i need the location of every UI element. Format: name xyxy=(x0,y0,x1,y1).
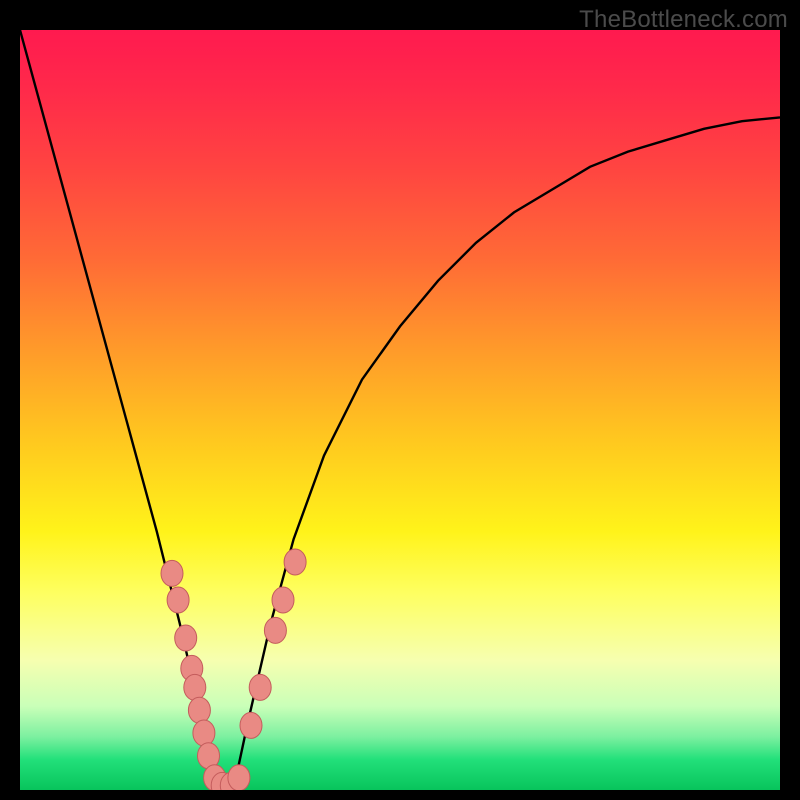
curve-marker xyxy=(284,549,306,575)
curve-marker xyxy=(249,674,271,700)
curve-marker xyxy=(228,765,250,790)
curve-marker xyxy=(240,712,262,738)
curve-marker xyxy=(161,560,183,586)
curve-marker xyxy=(193,720,215,746)
chart-svg xyxy=(20,30,780,790)
curve-marker xyxy=(184,674,206,700)
curve-marker xyxy=(188,697,210,723)
bottleneck-curve xyxy=(20,30,780,790)
curve-marker xyxy=(264,617,286,643)
curve-marker xyxy=(175,625,197,651)
curve-marker xyxy=(272,587,294,613)
chart-frame xyxy=(20,30,780,790)
curve-marker xyxy=(167,587,189,613)
curve-markers xyxy=(161,549,306,790)
